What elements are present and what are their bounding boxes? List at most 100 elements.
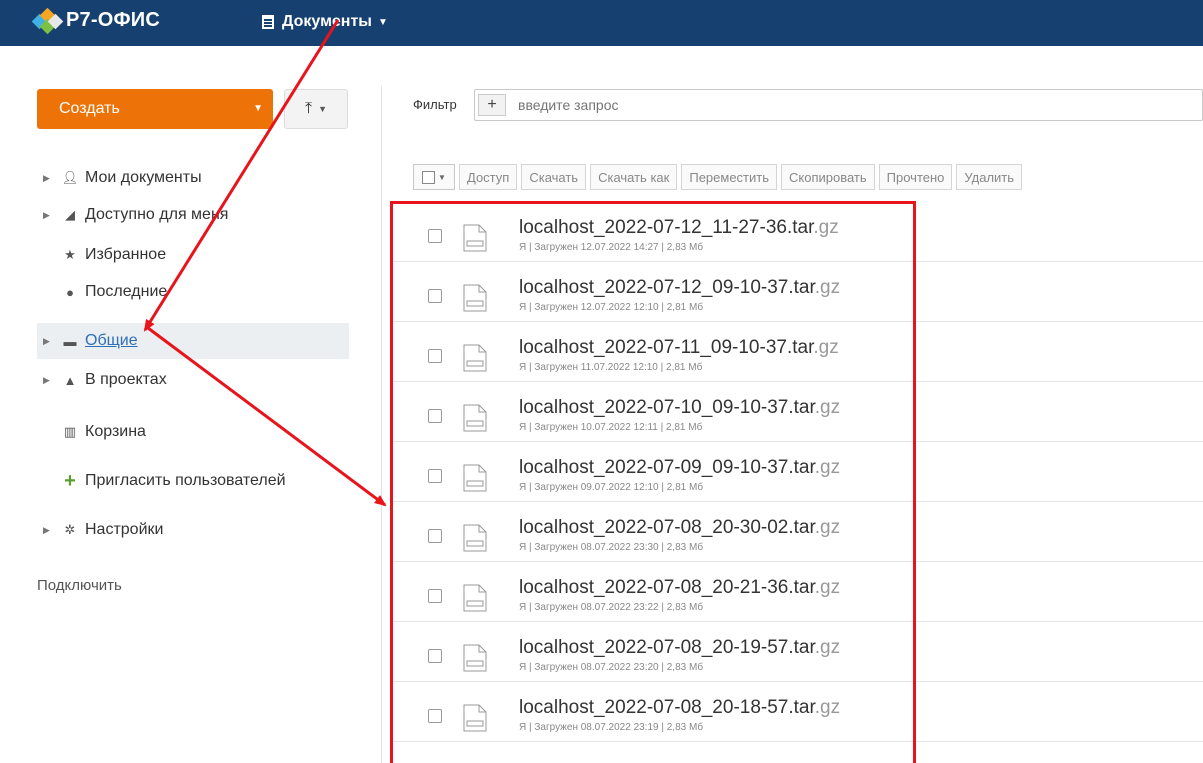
- chevron-down-icon: ▼: [438, 172, 446, 182]
- file-checkbox[interactable]: [428, 589, 442, 603]
- sidebar-item-my-documents[interactable]: ▶ 👤︎ Мои документы: [37, 160, 349, 196]
- expand-arrow-icon[interactable]: ▶: [43, 210, 59, 221]
- file-name: localhost_2022-07-12_11-27-36.tar: [519, 217, 814, 238]
- archive-file-icon: [463, 464, 487, 492]
- gear-icon: ✲: [64, 522, 76, 537]
- sidebar-item-label: Доступно для меня: [85, 206, 229, 223]
- file-meta: Я | Загружен 08.07.2022 23:19 | 2,83 Мб: [519, 722, 704, 733]
- file-meta: Я | Загружен 08.07.2022 23:20 | 2,83 Мб: [519, 662, 704, 673]
- archive-file-icon: [463, 284, 487, 312]
- sidebar-item-label: Пригласить пользователей: [85, 472, 286, 489]
- file-name-link[interactable]: localhost_2022-07-10_09-10-37.tar.gz: [519, 397, 840, 419]
- file-name-link[interactable]: localhost_2022-07-09_09-10-37.tar.gz: [519, 457, 840, 479]
- file-extension: .gz: [814, 577, 841, 598]
- file-name-link[interactable]: localhost_2022-07-08_20-19-57.tar.gz: [519, 637, 840, 659]
- select-all-checkbox[interactable]: ▼: [413, 164, 455, 190]
- mark-read-button[interactable]: Прочтено: [878, 164, 953, 190]
- file-row[interactable]: localhost_2022-07-12_11-27-36.tar.gz Я | …: [392, 204, 1203, 262]
- invite-users-link[interactable]: + Пригласить пользователей: [37, 463, 349, 499]
- file-row[interactable]: localhost_2022-07-11_09-10-37.tar.gz Я | …: [392, 324, 1203, 382]
- module-label: Документы: [282, 13, 372, 30]
- sidebar-item-label: Настройки: [85, 521, 164, 538]
- file-checkbox[interactable]: [428, 529, 442, 543]
- create-button[interactable]: Создать ▼: [37, 89, 273, 129]
- expand-arrow-icon[interactable]: ▶: [43, 525, 59, 536]
- sidebar-item-projects[interactable]: ▶ ▲ В проектах: [37, 362, 349, 398]
- sidebar-item-common[interactable]: ▶ ▬ Общие: [37, 323, 349, 359]
- document-icon: [262, 15, 274, 29]
- move-button[interactable]: Переместить: [681, 164, 777, 190]
- sidebar-item-trash[interactable]: ▥ Корзина: [37, 414, 349, 450]
- expand-arrow-icon[interactable]: ▶: [43, 173, 59, 184]
- file-name: localhost_2022-07-09_09-10-37.tar: [519, 457, 815, 478]
- expand-arrow-icon[interactable]: ▶: [43, 375, 59, 386]
- file-checkbox[interactable]: [428, 409, 442, 423]
- file-checkbox[interactable]: [428, 649, 442, 663]
- upload-button[interactable]: ⤒ ▼: [284, 89, 348, 129]
- add-filter-button[interactable]: +: [478, 94, 506, 116]
- trash-icon: ▥: [63, 424, 77, 439]
- file-row[interactable]: localhost_2022-07-09_09-10-37.tar.gz Я | …: [392, 444, 1203, 502]
- file-checkbox[interactable]: [428, 709, 442, 723]
- sidebar-item-settings[interactable]: ▶ ✲ Настройки: [37, 512, 349, 548]
- share-icon: ◢: [65, 207, 75, 222]
- file-name-link[interactable]: localhost_2022-07-11_09-10-37.tar.gz: [519, 337, 839, 359]
- expand-arrow-icon[interactable]: ▶: [43, 336, 59, 347]
- search-input[interactable]: [518, 97, 1118, 113]
- file-meta: Я | Загружен 12.07.2022 12:10 | 2,81 Мб: [519, 302, 704, 313]
- file-name: localhost_2022-07-08_20-30-02.tar: [519, 517, 815, 538]
- chevron-down-icon: ▼: [253, 103, 263, 114]
- file-extension: .gz: [814, 637, 841, 658]
- sidebar-item-label: Мои документы: [85, 169, 202, 186]
- file-name: localhost_2022-07-10_09-10-37.tar: [519, 397, 815, 418]
- delete-button[interactable]: Удалить: [956, 164, 1023, 190]
- plus-icon: +: [64, 469, 76, 492]
- file-name-link[interactable]: localhost_2022-07-12_09-10-37.tar.gz: [519, 277, 840, 299]
- file-checkbox[interactable]: [428, 229, 442, 243]
- file-meta: Я | Загружен 11.07.2022 12:10 | 2,81 Мб: [519, 362, 703, 373]
- file-name-link[interactable]: localhost_2022-07-08_20-30-02.tar.gz: [519, 517, 840, 539]
- filter-box[interactable]: +: [474, 89, 1203, 121]
- logo[interactable]: Р7-ОФИС: [31, 7, 160, 34]
- file-checkbox[interactable]: [428, 289, 442, 303]
- file-name-link[interactable]: localhost_2022-07-12_11-27-36.tar.gz: [519, 217, 839, 239]
- download-button[interactable]: Скачать: [521, 164, 587, 190]
- file-meta: Я | Загружен 09.07.2022 12:10 | 2,81 Мб: [519, 482, 704, 493]
- projects-icon: ▲: [63, 372, 77, 388]
- star-icon: ★: [64, 247, 76, 262]
- file-extension: .gz: [814, 457, 841, 478]
- connect-link[interactable]: Подключить: [37, 577, 122, 594]
- checkbox-icon: [422, 170, 436, 184]
- file-toolbar: ▼ Доступ Скачать Скачать как Переместить…: [413, 164, 1026, 190]
- file-row[interactable]: localhost_2022-07-08_20-21-36.tar.gz Я | …: [392, 564, 1203, 622]
- file-name-link[interactable]: localhost_2022-07-08_20-18-57.tar.gz: [519, 697, 840, 719]
- file-name-link[interactable]: localhost_2022-07-08_20-21-36.tar.gz: [519, 577, 840, 599]
- copy-button[interactable]: Скопировать: [781, 164, 875, 190]
- access-button[interactable]: Доступ: [459, 164, 518, 190]
- create-button-label: Создать: [59, 100, 120, 117]
- chevron-down-icon: ▼: [318, 104, 327, 114]
- file-meta: Я | Загружен 10.07.2022 12:11 | 2,81 Мб: [519, 422, 703, 433]
- file-row[interactable]: localhost_2022-07-08_20-18-57.tar.gz Я | …: [392, 684, 1203, 742]
- sidebar-item-label: Общие: [85, 332, 138, 349]
- file-checkbox[interactable]: [428, 469, 442, 483]
- sidebar-item-favorites[interactable]: ★ Избранное: [37, 237, 349, 273]
- download-as-button[interactable]: Скачать как: [590, 164, 678, 190]
- file-name: localhost_2022-07-08_20-18-57.tar: [519, 697, 815, 718]
- archive-file-icon: [463, 644, 487, 672]
- sidebar-item-label: Избранное: [85, 246, 167, 263]
- file-extension: .gz: [814, 517, 841, 538]
- sidebar-item-shared-with-me[interactable]: ▶ ◢ Доступно для меня: [37, 197, 349, 233]
- chevron-down-icon: ▼: [377, 16, 388, 28]
- archive-file-icon: [463, 704, 487, 732]
- file-checkbox[interactable]: [428, 349, 442, 363]
- file-row[interactable]: localhost_2022-07-12_09-10-37.tar.gz Я | …: [392, 264, 1203, 322]
- module-menu[interactable]: Документы ▼: [262, 13, 388, 31]
- file-row[interactable]: localhost_2022-07-10_09-10-37.tar.gz Я | …: [392, 384, 1203, 442]
- clock-icon: ●: [66, 284, 74, 300]
- file-row[interactable]: localhost_2022-07-08_20-19-57.tar.gz Я | …: [392, 624, 1203, 682]
- file-row[interactable]: localhost_2022-07-08_20-30-02.tar.gz Я | …: [392, 504, 1203, 562]
- filter-label: Фильтр: [413, 97, 457, 112]
- file-meta: Я | Загружен 08.07.2022 23:30 | 2,83 Мб: [519, 542, 704, 553]
- sidebar-item-recent[interactable]: ● Последние: [37, 274, 349, 310]
